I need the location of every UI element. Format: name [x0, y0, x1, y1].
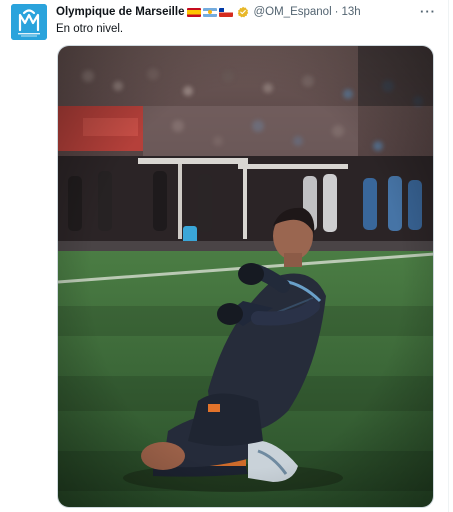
avatar[interactable]	[11, 4, 47, 40]
photo-player-celebration	[58, 46, 433, 507]
separator-dot: ·	[334, 6, 339, 18]
timeline-border	[448, 0, 449, 512]
more-options-icon[interactable]: ···	[417, 2, 439, 20]
tweet-photo[interactable]	[57, 45, 434, 508]
tweet-header: Olympique de Marseille @OM_Espanol · 13h	[56, 4, 361, 20]
flag-spain-icon	[187, 7, 202, 17]
display-name[interactable]: Olympique de Marseille	[56, 4, 184, 20]
om-logo-icon	[11, 4, 47, 40]
user-handle[interactable]: @OM_Espanol	[253, 4, 331, 20]
flag-argentina-icon	[203, 7, 218, 17]
verified-badge-icon[interactable]	[237, 6, 249, 18]
flag-chile-icon	[219, 7, 234, 17]
timestamp[interactable]: 13h	[341, 4, 360, 20]
page: Olympique de Marseille @OM_Espanol · 13h…	[0, 0, 453, 512]
tweet[interactable]: Olympique de Marseille @OM_Espanol · 13h…	[0, 0, 448, 512]
tweet-text: En otro nivel.	[56, 23, 124, 35]
